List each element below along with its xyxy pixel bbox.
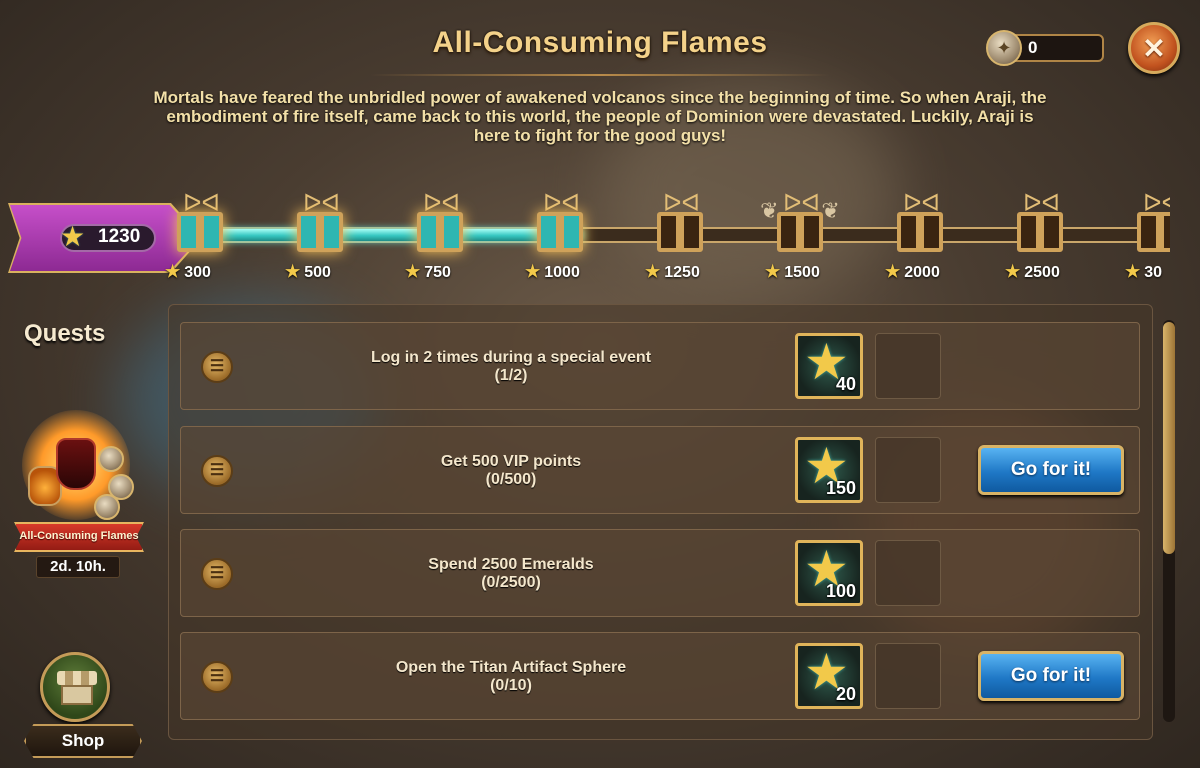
milestone-chest[interactable]: ᐅᐊ ★ 1250 (645, 188, 715, 288)
quests-heading: Quests (24, 320, 106, 347)
star-icon: ★ (1005, 262, 1021, 281)
milestone-value: 1500 (784, 264, 820, 281)
milestone-label: ★ 1250 (645, 262, 725, 282)
empty-reward-slot (875, 333, 941, 399)
milestone-label: ★ 300 (165, 262, 245, 282)
quest-info-button[interactable]: ☰ (201, 558, 233, 590)
event-timer: 2d. 10h. (36, 556, 120, 578)
milestone-value: 2000 (904, 264, 940, 281)
reward-slot[interactable]: ★ 150 (795, 437, 863, 503)
star-icon: ★ (405, 262, 421, 281)
milestone-value: 500 (304, 264, 331, 281)
milestone-chest[interactable]: ᐅᐊ ★ 1000 (525, 188, 595, 288)
star-icon: ★ (1125, 262, 1141, 281)
milestone-value: 30 (1144, 264, 1163, 281)
shop-awning (57, 671, 97, 685)
quest-info-button[interactable]: ☰ (201, 351, 233, 383)
milestone-label: ★ 750 (405, 262, 485, 282)
list-icon: ☰ (209, 462, 225, 479)
reward-slot[interactable]: ★ 40 (795, 333, 863, 399)
milestone-label: ★ 30 (1125, 262, 1170, 282)
shop-button[interactable]: Shop (24, 724, 142, 758)
quest-row: ☰ Get 500 VIP points (0/500) ★ 150 Go for it! (180, 426, 1140, 514)
reward-amount: 100 (825, 581, 856, 601)
milestone-chest[interactable]: ᐅᐊ ★ 750 (405, 188, 475, 288)
quest-info-button[interactable]: ☰ (201, 455, 233, 487)
reward-amount: 40 (835, 374, 856, 394)
hero-armor-icon (56, 438, 96, 490)
milestone-label: ★ 2500 (1005, 262, 1085, 282)
event-name: All-Consuming Flames (19, 530, 139, 542)
milestone-value: 1250 (664, 264, 700, 281)
event-icon[interactable] (22, 410, 134, 520)
gift-ribbon (796, 212, 804, 252)
go-for-it-button[interactable]: Go for it! (978, 445, 1124, 495)
list-icon: ☰ (209, 358, 225, 375)
quest-progress: (0/500) (485, 471, 537, 488)
list-icon: ☰ (209, 668, 225, 685)
gift-ribbon (676, 212, 684, 252)
event-coin-icon (94, 494, 120, 520)
gift-ribbon (436, 212, 444, 252)
star-icon: ★ (885, 262, 901, 281)
quest-title: Open the Titan Artifact Sphere (395, 659, 627, 676)
milestone-value: 300 (184, 264, 211, 281)
shop-icon[interactable] (40, 652, 110, 722)
quest-row: ☰ Log in 2 times during a special event (1… (180, 322, 1140, 410)
star-icon: ★ (645, 262, 661, 281)
empty-reward-slot (875, 540, 941, 606)
milestone-value: 1000 (544, 264, 580, 281)
scrollbar-thumb[interactable] (1163, 322, 1175, 554)
milestone-chest[interactable]: ᐅᐊ ★ 2000 (885, 188, 955, 288)
star-icon: ★ (765, 262, 781, 281)
quest-info-button[interactable]: ☰ (201, 661, 233, 693)
milestone-chest[interactable]: ᐅᐊ ★ 500 (285, 188, 355, 288)
quest-description: Get 500 VIP points (0/500) (281, 453, 741, 489)
reward-amount: 150 (825, 478, 856, 498)
reward-amount: 20 (835, 684, 856, 704)
gift-ribbon (196, 212, 204, 252)
quest-row: ☰ Open the Titan Artifact Sphere (0/10) ★ 20… (180, 632, 1140, 720)
gift-ribbon (556, 212, 564, 252)
shop-stall (61, 685, 93, 705)
quest-row: ☰ Spend 2500 Emeralds (0/2500) ★ 100 (180, 529, 1140, 617)
star-icon: ★ (525, 262, 541, 281)
milestone-label: ★ 2000 (885, 262, 965, 282)
star-icon: ★ (285, 262, 301, 281)
quest-progress: (0/2500) (481, 574, 541, 591)
milestone-value: 750 (424, 264, 451, 281)
gift-box-icon (1137, 212, 1170, 252)
reward-slot[interactable]: ★ 20 (795, 643, 863, 709)
milestone-chest[interactable]: ᐅᐊ ★ 2500 (1005, 188, 1075, 288)
milestone-chest[interactable]: ᐅᐊ ★ 300 (165, 188, 235, 288)
star-icon: ★ (165, 262, 181, 281)
milestone-chest[interactable]: ❦ ❦ ᐅᐊ ★ 1500 (760, 188, 840, 288)
quest-progress: (0/10) (490, 677, 532, 694)
milestone-label: ★ 1000 (525, 262, 605, 282)
gift-ribbon (1156, 212, 1164, 252)
event-coin-icon (98, 446, 124, 472)
quest-title: Log in 2 times during a special event (370, 349, 652, 366)
gift-ribbon (1036, 212, 1044, 252)
gift-ribbon (916, 212, 924, 252)
quest-description: Open the Titan Artifact Sphere (0/10) (281, 659, 741, 695)
list-icon: ☰ (209, 565, 225, 582)
go-for-it-button[interactable]: Go for it! (978, 651, 1124, 701)
milestone-chest[interactable]: ᐅᐊ★30 (1125, 188, 1170, 288)
reward-slot[interactable]: ★ 100 (795, 540, 863, 606)
quest-title: Get 500 VIP points (440, 453, 582, 470)
empty-reward-slot (875, 643, 941, 709)
quest-title: Spend 2500 Emeralds (428, 556, 594, 573)
milestone-value: 2500 (1024, 264, 1060, 281)
quest-progress: (1/2) (494, 367, 528, 384)
quest-description: Spend 2500 Emeralds (0/2500) (281, 556, 741, 592)
milestone-label: ★ 500 (285, 262, 365, 282)
empty-reward-slot (875, 437, 941, 503)
gift-ribbon (316, 212, 324, 252)
milestone-label: ★ 1500 (765, 262, 845, 282)
quest-description: Log in 2 times during a special event (1/… (281, 349, 741, 385)
